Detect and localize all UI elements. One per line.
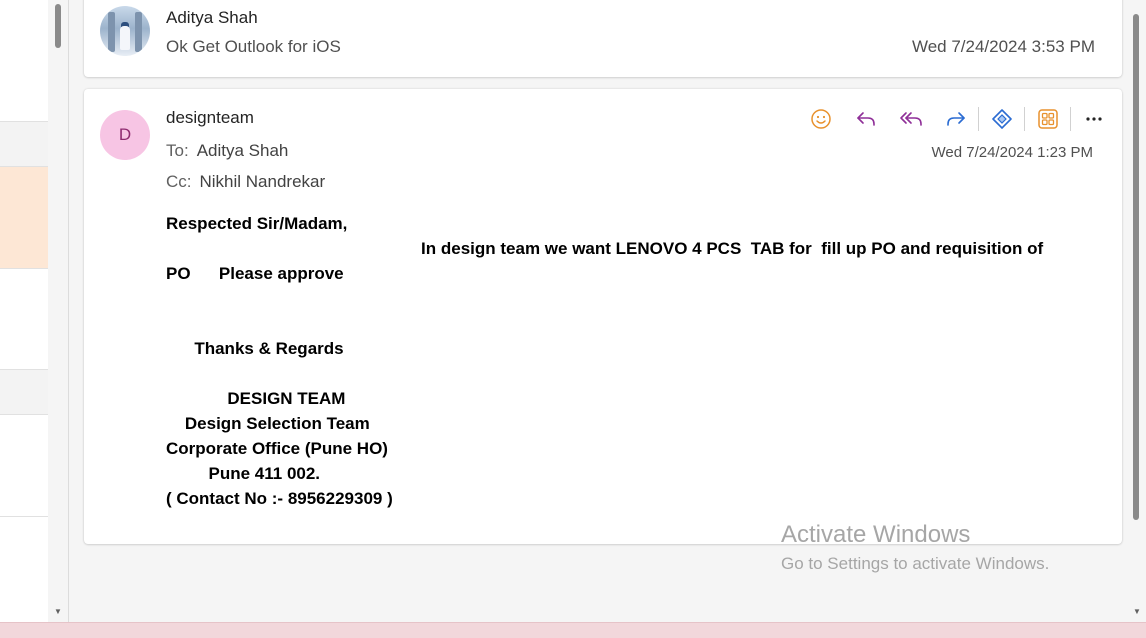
emoji-icon <box>810 109 831 129</box>
body-line: Corporate Office (Pune HO) <box>166 439 388 458</box>
reply-button[interactable] <box>843 105 888 133</box>
forward-icon <box>946 112 965 126</box>
scroll-down-arrow-icon[interactable]: ▼ <box>1133 607 1141 616</box>
reading-pane-scrollbar[interactable]: ▼ <box>1128 0 1146 622</box>
scrollbar-thumb[interactable] <box>55 4 61 48</box>
message-preview: Ok Get Outlook for iOS <box>166 37 341 56</box>
message-list-item[interactable] <box>0 415 48 517</box>
message-list-scrollbar[interactable]: ▼ <box>48 0 68 622</box>
message-list-item[interactable] <box>0 269 48 370</box>
body-line: ( Contact No :- 8956229309 ) <box>166 489 393 508</box>
more-icon <box>1085 117 1102 121</box>
more-actions-button[interactable] <box>1071 105 1116 133</box>
reply-all-icon <box>899 112 922 126</box>
sender-name[interactable]: designteam <box>166 108 254 128</box>
message-date: Wed 7/24/2024 3:53 PM <box>911 37 1095 56</box>
to-label: To: <box>166 141 189 160</box>
body-line: In design team we want LENOVO 4 PCS TAB … <box>166 239 1044 258</box>
message-list-group-header <box>0 122 48 167</box>
cc-recipient[interactable]: Nikhil Nandrekar <box>200 172 326 191</box>
emoji-reaction-button[interactable] <box>798 105 843 133</box>
watermark-subtitle: Go to Settings to activate Windows. <box>781 554 1050 573</box>
body-line: Pune 411 002. <box>166 464 321 483</box>
to-line: To: Aditya Shah <box>166 141 288 161</box>
scrollbar-thumb[interactable] <box>1133 14 1139 520</box>
body-line: PO Please approve <box>166 264 344 283</box>
activation-watermark: Activate Windows Go to Settings to activ… <box>781 520 1049 578</box>
message-date: Wed 7/24/2024 1:23 PM <box>931 144 1094 161</box>
apps-icon <box>1037 109 1058 129</box>
body-line: Design Selection Team <box>166 414 370 433</box>
avatar <box>100 6 150 56</box>
body-line: Thanks & Regards <box>166 339 344 358</box>
reply-all-button[interactable] <box>888 105 933 133</box>
copilot-icon <box>991 109 1012 129</box>
to-recipient[interactable]: Aditya Shah <box>197 141 289 160</box>
body-line <box>166 311 1043 336</box>
sender-name: Aditya Shah <box>166 8 258 27</box>
message-list-pane <box>0 0 49 622</box>
cc-label: Cc: <box>166 172 192 191</box>
expanded-message-card: D designteam To: Aditya Shah Cc: Nikhil Na… <box>84 89 1122 544</box>
message-list-item-selected[interactable] <box>0 167 48 269</box>
cc-line: Cc: Nikhil Nandrekar <box>166 172 325 192</box>
message-body: Respected Sir/Madam, In design team we w… <box>166 211 1043 511</box>
body-line <box>166 361 1043 386</box>
reply-icon <box>856 112 875 126</box>
avatar: D <box>100 110 150 160</box>
message-actions-toolbar <box>798 105 1116 133</box>
message-list-item[interactable] <box>0 0 48 122</box>
collapsed-message-card[interactable]: Aditya Shah Ok Get Outlook for iOS Wed 7… <box>84 0 1122 77</box>
watermark-title: Activate Windows <box>781 521 971 548</box>
message-list-group-header <box>0 370 48 415</box>
scroll-down-arrow-icon[interactable]: ▼ <box>54 607 62 616</box>
taskbar <box>0 622 1146 638</box>
body-line: DESIGN TEAM <box>166 389 346 408</box>
body-line: Respected Sir/Madam, <box>166 214 348 233</box>
forward-button[interactable] <box>933 105 978 133</box>
copilot-button[interactable] <box>979 105 1024 133</box>
pane-divider[interactable] <box>68 0 69 622</box>
apps-button[interactable] <box>1025 105 1070 133</box>
body-line <box>166 286 1043 311</box>
message-list-item[interactable] <box>0 517 48 621</box>
